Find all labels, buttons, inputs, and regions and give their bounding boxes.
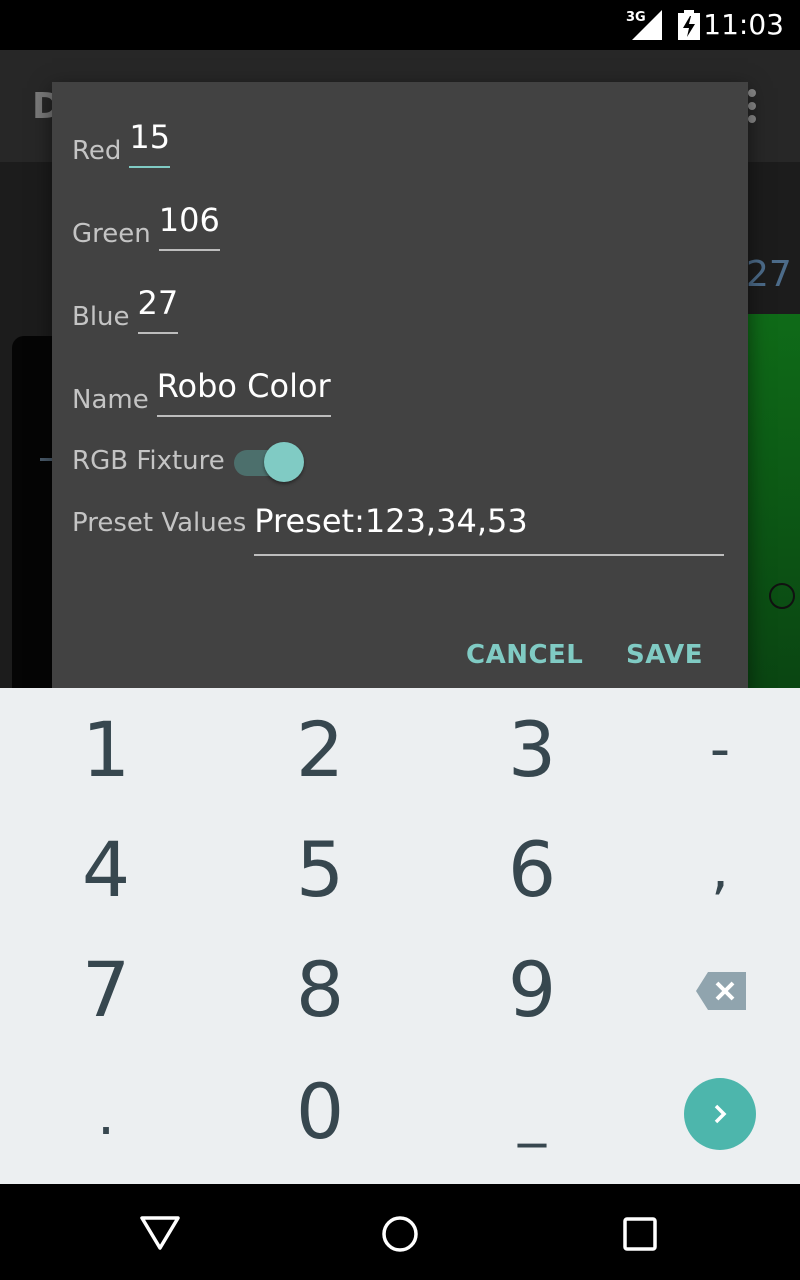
background-color-swatch bbox=[748, 314, 800, 692]
key-4[interactable]: 4 bbox=[26, 814, 186, 924]
signal-icon bbox=[632, 10, 662, 40]
cancel-button[interactable]: CANCEL bbox=[466, 640, 583, 670]
status-bar: 3G 11:03 bbox=[0, 0, 800, 50]
background-value: 27 bbox=[746, 254, 792, 295]
green-field-row: Green 106 bbox=[72, 201, 220, 251]
rgb-fixture-label: RGB Fixture bbox=[72, 446, 225, 476]
key-comma[interactable]: , bbox=[640, 814, 800, 924]
key-7[interactable]: 7 bbox=[26, 934, 186, 1044]
rgb-fixture-row: RGB Fixture bbox=[72, 446, 233, 478]
key-6[interactable]: 6 bbox=[452, 814, 612, 924]
background-dash bbox=[40, 458, 52, 461]
green-input[interactable]: 106 bbox=[158, 201, 220, 251]
key-3[interactable]: 3 bbox=[452, 694, 612, 804]
key-underscore[interactable]: _ bbox=[452, 1060, 612, 1170]
preset-input[interactable]: Preset:123,34,53 bbox=[254, 502, 725, 556]
red-label: Red bbox=[72, 136, 122, 166]
key-8[interactable]: 8 bbox=[240, 934, 400, 1044]
background-radio bbox=[769, 583, 795, 609]
key-5[interactable]: 5 bbox=[240, 814, 400, 924]
key-1[interactable]: 1 bbox=[26, 694, 186, 804]
green-label: Green bbox=[72, 219, 151, 249]
numeric-keyboard: 1 2 3 - 4 5 6 , 7 8 9 . 0 _ bbox=[0, 688, 800, 1184]
back-icon[interactable] bbox=[136, 1210, 184, 1258]
backspace-icon[interactable] bbox=[696, 972, 746, 1010]
key-period[interactable]: . bbox=[26, 1060, 186, 1170]
edit-color-dialog: Red 15 Green 106 Blue 27 Name Robo Color… bbox=[52, 82, 748, 692]
chevron-right-icon bbox=[714, 1104, 727, 1124]
key-0[interactable]: 0 bbox=[240, 1056, 400, 1166]
recents-icon[interactable] bbox=[616, 1210, 664, 1258]
preset-label: Preset Values bbox=[72, 508, 247, 538]
save-button[interactable]: SAVE bbox=[626, 640, 703, 670]
home-icon[interactable] bbox=[376, 1210, 424, 1258]
key-2[interactable]: 2 bbox=[240, 694, 400, 804]
key-9[interactable]: 9 bbox=[452, 934, 612, 1044]
clock: 11:03 bbox=[703, 8, 784, 41]
name-label: Name bbox=[72, 385, 149, 415]
blue-field-row: Blue 27 bbox=[72, 284, 179, 334]
name-field-row: Name Robo Color bbox=[72, 367, 331, 417]
preset-field-row: Preset Values Preset:123,34,53 bbox=[72, 502, 725, 556]
key-minus[interactable]: - bbox=[640, 694, 800, 804]
navigation-bar bbox=[0, 1184, 800, 1280]
toggle-thumb bbox=[264, 442, 304, 482]
enter-button[interactable] bbox=[684, 1078, 756, 1150]
red-input[interactable]: 15 bbox=[129, 118, 171, 168]
name-input[interactable]: Robo Color bbox=[156, 367, 331, 417]
blue-label: Blue bbox=[72, 302, 130, 332]
red-field-row: Red 15 bbox=[72, 118, 171, 168]
battery-charging-icon bbox=[678, 10, 700, 40]
blue-input[interactable]: 27 bbox=[137, 284, 179, 334]
rgb-fixture-toggle[interactable] bbox=[234, 442, 304, 482]
